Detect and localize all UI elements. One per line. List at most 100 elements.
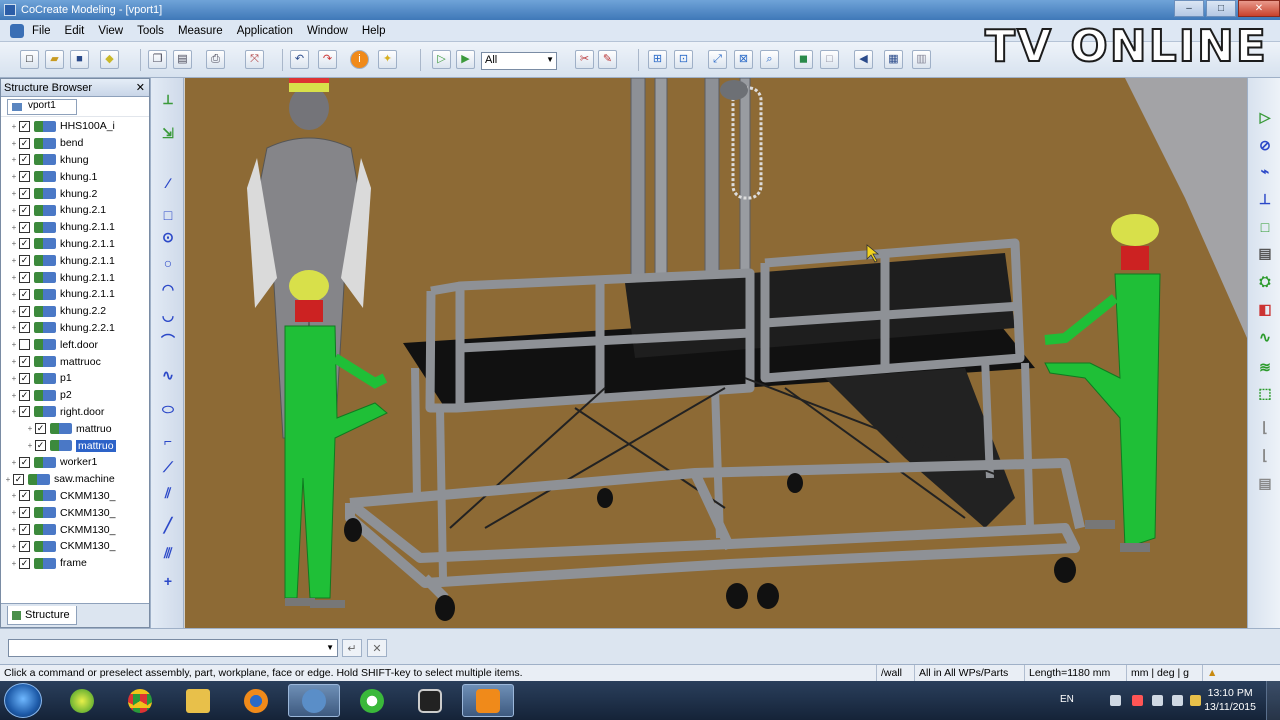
arc-icon[interactable]: ◠ <box>159 280 177 298</box>
expand-icon[interactable]: + <box>9 122 19 131</box>
open-icon[interactable]: ▰ <box>45 50 64 69</box>
menu-view[interactable]: View <box>98 25 123 37</box>
maximize-button[interactable]: □ <box>1206 0 1236 17</box>
3d-viewport[interactable] <box>185 78 1247 628</box>
visibility-checkbox[interactable]: ✓ <box>19 255 30 267</box>
undo-icon[interactable]: ↶ <box>290 50 309 69</box>
zoom-icon[interactable]: ⊡ <box>674 50 693 69</box>
expand-icon[interactable]: + <box>9 290 19 299</box>
transform-icon[interactable]: ⤧ <box>245 50 264 69</box>
visibility-checkbox[interactable]: ✓ <box>19 154 30 166</box>
extrude-icon[interactable]: ▷ <box>1256 108 1274 126</box>
visibility-checkbox[interactable]: ✓ <box>19 120 30 132</box>
camera-icon[interactable] <box>404 684 456 717</box>
cube-icon[interactable]: ◆ <box>100 50 119 69</box>
expand-icon[interactable]: + <box>9 239 19 248</box>
visibility-checkbox[interactable] <box>19 339 30 351</box>
stack-icon[interactable]: ▦ <box>884 50 903 69</box>
fit-icon[interactable]: ⊞ <box>648 50 667 69</box>
viewport-combo[interactable]: vport1 <box>7 98 77 115</box>
visibility-checkbox[interactable]: ✓ <box>19 456 30 468</box>
move-icon[interactable]: ⇲ <box>159 124 177 142</box>
power-icon[interactable] <box>1190 695 1201 706</box>
expand-icon[interactable]: + <box>9 391 19 400</box>
firefox-icon[interactable] <box>230 684 282 717</box>
arc3-icon[interactable]: ◡ <box>159 306 177 324</box>
sweep-icon[interactable]: ⌁ <box>1256 162 1274 180</box>
paste-icon[interactable]: ▤ <box>173 50 192 69</box>
blend-icon[interactable]: ∿ <box>1256 328 1274 346</box>
tree-item[interactable]: + ✓ khung.2.1.1 <box>1 269 149 286</box>
tree-item[interactable]: + ✓ mattruo <box>1 420 149 437</box>
section-icon[interactable]: ⌊ <box>1256 446 1274 464</box>
visibility-checkbox[interactable]: ✓ <box>35 423 46 435</box>
fit-all-icon[interactable]: ⤢ <box>708 50 727 69</box>
new-icon[interactable]: □ <box>20 50 39 69</box>
visibility-checkbox[interactable]: ✓ <box>19 356 30 368</box>
redo-icon[interactable]: ↷ <box>318 50 337 69</box>
expand-icon[interactable]: + <box>9 323 19 332</box>
tree-item[interactable]: + ✓ khung.2.1.1 <box>1 286 149 303</box>
zoom-box-icon[interactable]: ⊠ <box>734 50 753 69</box>
visibility-checkbox[interactable]: ✓ <box>13 473 24 485</box>
language-indicator[interactable]: EN <box>1060 694 1074 705</box>
wireframe-icon[interactable]: □ <box>820 50 839 69</box>
visibility-checkbox[interactable]: ✓ <box>19 322 30 334</box>
warning-icon[interactable]: ▲ <box>1202 665 1221 681</box>
box-icon[interactable]: □ <box>1256 218 1274 236</box>
expand-icon[interactable]: + <box>9 508 19 517</box>
menu-tools[interactable]: Tools <box>137 25 164 37</box>
expand-icon[interactable]: + <box>9 357 19 366</box>
expand-icon[interactable]: + <box>25 424 35 433</box>
line-icon[interactable]: ∕ <box>159 174 177 192</box>
expand-icon[interactable]: + <box>9 525 19 534</box>
expand-icon[interactable]: + <box>9 206 19 215</box>
visibility-checkbox[interactable]: ✓ <box>35 440 46 452</box>
print-icon[interactable]: ⎙ <box>206 50 225 69</box>
shaded-icon[interactable]: ◼ <box>794 50 813 69</box>
tree-item[interactable]: + ✓ mattruo <box>1 437 149 454</box>
visibility-checkbox[interactable]: ✓ <box>19 204 30 216</box>
search-zoom-icon[interactable]: ⌕ <box>760 50 779 69</box>
tree-item[interactable]: + ✓ right.door <box>1 404 149 421</box>
expand-icon[interactable]: + <box>9 172 19 181</box>
tree-item[interactable]: + ✓ CKMM130_ <box>1 488 149 505</box>
tree-item[interactable]: + ✓ khung.2.1.1 <box>1 236 149 253</box>
measure-icon[interactable]: ▤ <box>1256 474 1274 492</box>
green-app-icon[interactable] <box>346 684 398 717</box>
expand-icon[interactable]: + <box>9 340 19 349</box>
pattern-icon[interactable]: ≋ <box>1256 358 1274 376</box>
menu-file[interactable]: File <box>32 25 51 37</box>
expand-icon[interactable]: + <box>9 458 19 467</box>
select-plus-icon[interactable]: ▶ <box>456 50 475 69</box>
settings-icon[interactable] <box>288 684 340 717</box>
expand-icon[interactable]: + <box>9 559 19 568</box>
copy-icon[interactable]: ❐ <box>148 50 167 69</box>
menu-help[interactable]: Help <box>362 25 386 37</box>
light-bulb-icon[interactable]: ✦ <box>378 50 397 69</box>
volume-icon[interactable] <box>1172 695 1183 706</box>
visibility-checkbox[interactable]: ✓ <box>19 490 30 502</box>
cut-icon[interactable]: ⊥ <box>1256 190 1274 208</box>
chamfer-icon[interactable]: ⌐ <box>159 432 177 450</box>
tree-item[interactable]: + ✓ saw.machine <box>1 471 149 488</box>
tree-item[interactable]: + ✓ worker1 <box>1 454 149 471</box>
tree-item[interactable]: + left.door <box>1 336 149 353</box>
expand-icon[interactable]: + <box>9 491 19 500</box>
menu-edit[interactable]: Edit <box>65 25 85 37</box>
enter-button[interactable]: ↵ <box>342 639 362 657</box>
circle-icon[interactable]: ○ <box>159 254 177 272</box>
visibility-checkbox[interactable]: ✓ <box>19 188 30 200</box>
tree-item[interactable]: + ✓ mattruoc <box>1 353 149 370</box>
clock[interactable]: 13:10 PM 13/11/2015 <box>1204 686 1256 714</box>
expand-icon[interactable]: + <box>3 475 13 484</box>
tray-up-icon[interactable] <box>1110 695 1121 706</box>
minimize-button[interactable]: – <box>1174 0 1204 17</box>
tree-item[interactable]: + ✓ khung.2.2.1 <box>1 320 149 337</box>
expand-icon[interactable]: + <box>9 139 19 148</box>
part-icon[interactable]: ▤ <box>1256 244 1274 262</box>
expand-icon[interactable]: + <box>25 441 35 450</box>
tree-item[interactable]: + ✓ HHS100A_i <box>1 118 149 135</box>
trim-icon[interactable]: ⟋ <box>159 458 177 476</box>
visibility-checkbox[interactable]: ✓ <box>19 540 30 552</box>
